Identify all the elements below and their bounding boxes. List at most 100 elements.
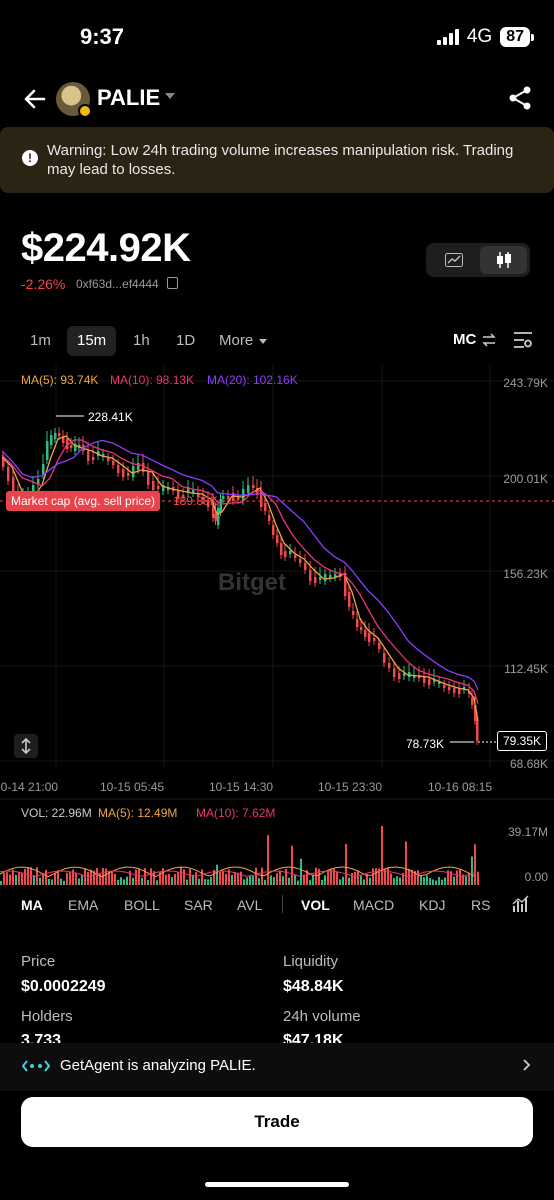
volume-bar	[117, 879, 119, 885]
indicator-ma[interactable]: MA	[21, 897, 43, 913]
candle-body	[364, 630, 367, 637]
volume-bar	[324, 875, 326, 885]
volume-bar	[327, 870, 329, 885]
getagent-icon	[22, 1060, 50, 1072]
volume-bar	[351, 873, 353, 885]
volume-bar	[141, 877, 143, 885]
volume-bar	[45, 869, 47, 885]
volume-bar	[348, 877, 350, 885]
share-icon[interactable]	[508, 85, 532, 111]
volume-bar	[198, 878, 200, 885]
volume-bar	[375, 868, 377, 885]
candle-body	[276, 535, 279, 543]
volume-bar	[279, 870, 281, 885]
volume-bar	[276, 873, 278, 885]
indicator-settings-icon[interactable]	[512, 895, 530, 913]
volume-bar	[183, 869, 185, 885]
candlestick-chart-button[interactable]	[480, 246, 527, 274]
candle-body	[329, 575, 332, 578]
mc-toggle[interactable]: MC	[453, 331, 476, 348]
volume-bar	[219, 872, 221, 885]
volume-bar	[63, 880, 65, 885]
volume-bar	[66, 872, 68, 885]
tab-1m[interactable]: 1m	[30, 331, 51, 361]
volume-bar	[363, 879, 365, 885]
expand-chart-icon[interactable]	[14, 734, 38, 758]
candle-body	[264, 503, 267, 511]
volume-bar	[309, 880, 311, 885]
volume-bar	[201, 869, 203, 885]
volume-bar	[75, 872, 77, 885]
volume-bar	[354, 871, 356, 885]
volume-bar	[0, 881, 2, 885]
volume-bar	[249, 875, 251, 885]
liquidity-label: Liquidity	[283, 953, 339, 970]
volume-bars	[0, 826, 479, 885]
indicator-ema[interactable]: EMA	[68, 897, 98, 913]
candle-body	[92, 457, 95, 460]
volume-bar	[81, 874, 83, 885]
indicator-avl[interactable]: AVL	[237, 897, 262, 913]
volume-bar	[432, 879, 434, 885]
indicator-kdj[interactable]: KDJ	[419, 897, 445, 913]
volume-bar	[114, 873, 116, 885]
indicator-macd[interactable]: MACD	[353, 897, 394, 913]
volume-bar	[477, 871, 479, 885]
volume-bar	[60, 878, 62, 885]
more-timeframes[interactable]: More	[219, 332, 253, 349]
volume-bar	[105, 868, 107, 885]
volume-bar	[54, 872, 56, 885]
candle-body	[152, 481, 155, 490]
volume-bar	[87, 872, 89, 885]
candle-body	[458, 689, 461, 694]
chart-settings-icon[interactable]	[513, 331, 533, 349]
indicator-rs[interactable]: RS	[471, 897, 490, 913]
volume-bar	[96, 868, 98, 885]
volume-bar	[426, 875, 428, 885]
candle-body	[127, 473, 130, 476]
chevron-down-icon	[259, 339, 267, 344]
volume-bar	[21, 873, 23, 885]
token-name[interactable]: PALIE	[97, 85, 160, 111]
volume-bar	[252, 876, 254, 885]
avg-sell-price-value: 189.88K	[173, 494, 218, 508]
y-tick-5: 68.68K	[509, 757, 548, 771]
candle-body	[54, 433, 57, 439]
tab-1d[interactable]: 1D	[176, 331, 195, 361]
volume-bar	[339, 879, 341, 885]
avg-sell-price-tag[interactable]: Market cap (avg. sell price)	[6, 491, 161, 511]
volume-bar	[132, 877, 134, 885]
copy-icon[interactable]	[167, 277, 178, 289]
candle-body	[280, 543, 283, 555]
chevron-right-icon[interactable]	[520, 1058, 532, 1072]
tab-1h[interactable]: 1h	[133, 331, 150, 361]
volume-bar	[360, 875, 362, 885]
last-price-tag: 79.35K	[497, 731, 548, 751]
line-chart-button[interactable]	[430, 246, 478, 274]
candle-body	[423, 677, 426, 683]
volume-bar	[387, 867, 389, 885]
candle-body	[388, 663, 391, 668]
swap-icon[interactable]	[482, 333, 496, 347]
candle-body	[247, 485, 250, 493]
volume-bar	[300, 858, 302, 885]
volume-bar	[243, 879, 245, 885]
candle-body	[46, 441, 49, 460]
candle-body	[368, 633, 371, 642]
candle-body	[309, 570, 312, 581]
status-indicators: 4G 87	[436, 26, 534, 48]
market-cap-value: $224.92K	[21, 226, 191, 270]
token-dropdown-icon[interactable]	[165, 93, 175, 99]
trade-button[interactable]: Trade	[21, 1097, 533, 1147]
volume-bar	[381, 826, 383, 885]
tab-15m[interactable]: 15m	[67, 326, 117, 356]
indicator-vol[interactable]: VOL	[301, 897, 330, 913]
contract-address[interactable]: 0xf63d...ef4444	[76, 277, 159, 291]
indicator-boll[interactable]: BOLL	[124, 897, 160, 913]
volume-bar	[3, 873, 5, 885]
volume-bar	[291, 845, 293, 885]
indicator-sar[interactable]: SAR	[184, 897, 213, 913]
candle-body	[284, 551, 287, 557]
back-arrow-icon[interactable]	[20, 84, 50, 114]
volume-bar	[186, 879, 188, 885]
